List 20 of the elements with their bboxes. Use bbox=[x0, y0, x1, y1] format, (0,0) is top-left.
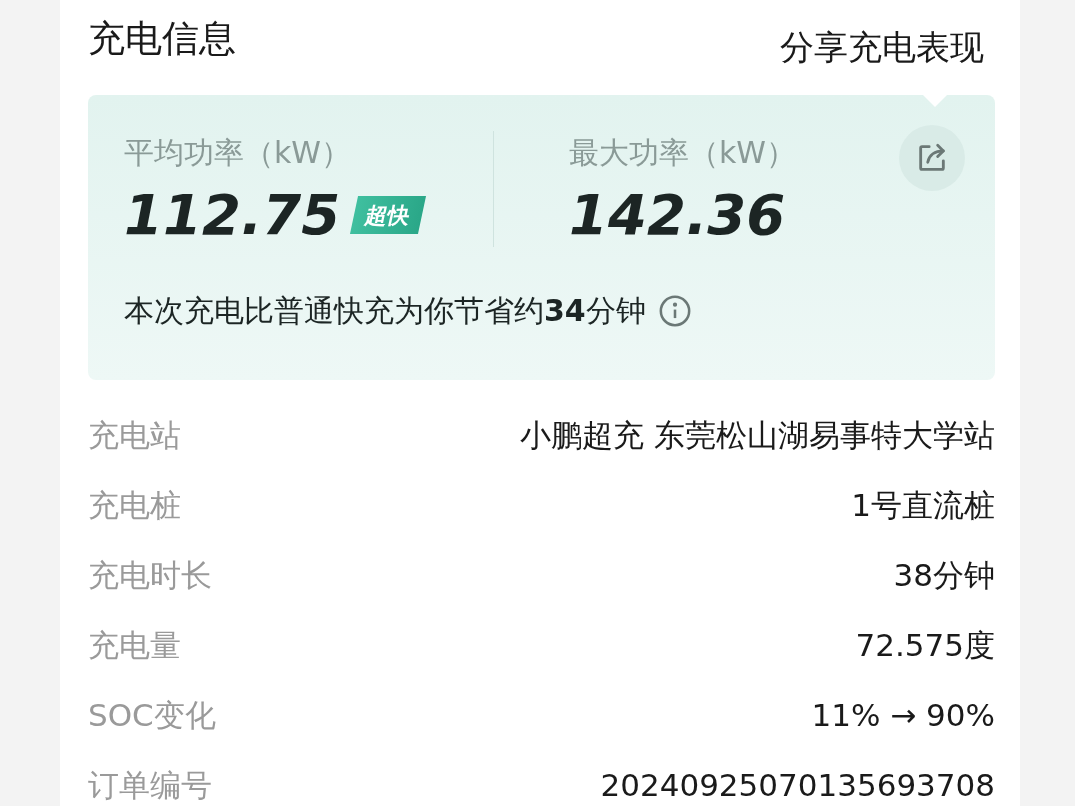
stat-value: 142.36 bbox=[569, 183, 786, 247]
stat-label: 最大功率（kW） bbox=[569, 134, 797, 172]
stat-label: 平均功率（kW） bbox=[124, 134, 353, 172]
detail-label: 充电桩 bbox=[88, 485, 181, 525]
speed-badge: 超快 bbox=[350, 196, 427, 234]
detail-value: 小鹏超充 东莞松山湖易事特大学站 bbox=[520, 415, 995, 455]
stat-value: 112.75 bbox=[124, 183, 341, 247]
detail-label: 充电站 bbox=[88, 415, 181, 455]
detail-value: 1号直流桩 bbox=[851, 485, 995, 525]
detail-label: SOC变化 bbox=[88, 695, 216, 735]
detail-value: 72.575度 bbox=[855, 625, 995, 665]
detail-label: 充电时长 bbox=[88, 555, 212, 595]
savings-note: 本次充电比普通快充为你节省约34分钟 bbox=[124, 292, 646, 330]
info-icon[interactable] bbox=[657, 294, 692, 328]
detail-label: 充电量 bbox=[88, 625, 181, 665]
detail-value: 11% → 90% bbox=[811, 695, 995, 735]
detail-label: 订单编号 bbox=[88, 765, 212, 805]
detail-value: 20240925070135693708 bbox=[600, 765, 995, 805]
detail-value: 38分钟 bbox=[893, 555, 995, 595]
section-title: 充电信息 bbox=[88, 16, 236, 62]
